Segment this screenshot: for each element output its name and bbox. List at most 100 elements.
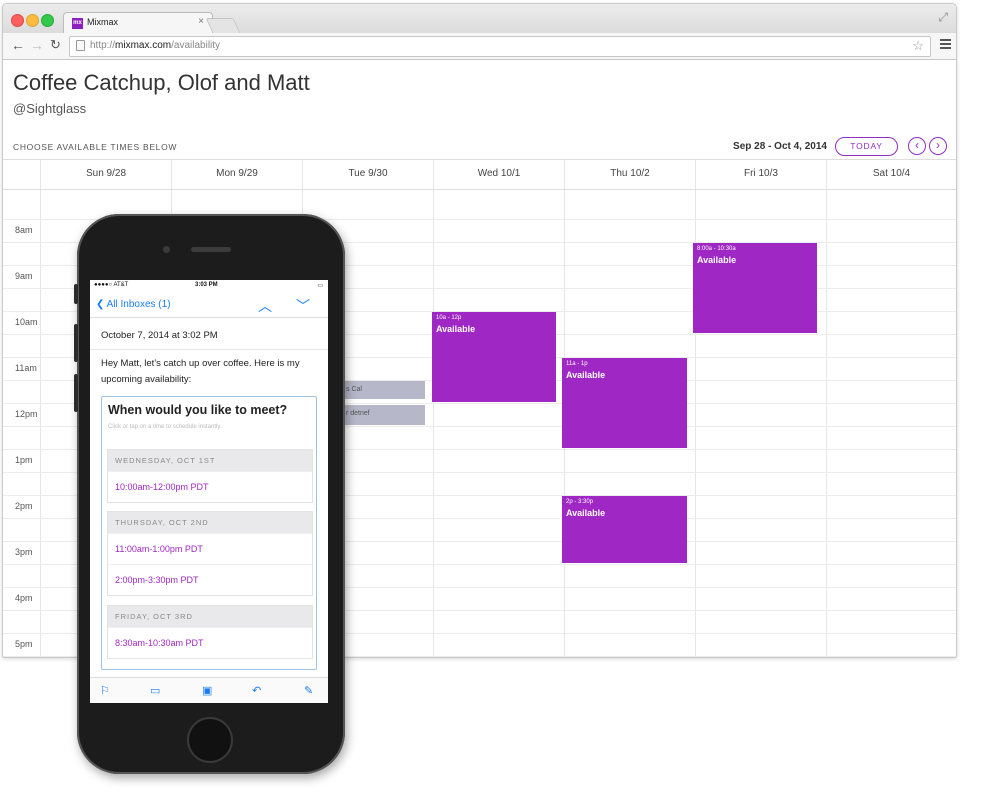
bookmark-star-icon[interactable]: ☆	[912, 38, 924, 54]
time-slot-link[interactable]: 11:00am-1:00pm PDT	[108, 533, 312, 564]
day-card-wednesday: WEDNESDAY, OCT 1ST 10:00am-12:00pm PDT	[107, 449, 313, 503]
previous-week-icon[interactable]: ‹	[908, 137, 926, 155]
folder-icon[interactable]: ▭	[150, 684, 160, 697]
address-bar[interactable]: http://mixmax.com/availability ☆	[69, 36, 931, 57]
day-header-mon: Mon 9/29	[171, 159, 302, 189]
day-header-tue: Tue 9/30	[302, 159, 433, 189]
time-label: 11am	[15, 363, 37, 373]
compose-icon[interactable]: ✎	[304, 684, 313, 697]
tab-title: Mixmax	[87, 17, 118, 27]
event-label: Available	[697, 255, 737, 265]
front-camera	[163, 246, 170, 253]
availability-widget: When would you like to meet? Click or ta…	[101, 396, 317, 670]
event-label: Available	[566, 370, 606, 380]
mail-toolbar: ⚐ ▭ ▣ ↶ ✎	[90, 677, 328, 703]
grid-line	[826, 159, 827, 657]
time-label: 2pm	[15, 501, 33, 511]
time-slot-link[interactable]: 10:00am-12:00pm PDT	[108, 471, 312, 502]
mail-body-text: Hey Matt, let's catch up over coffee. He…	[101, 358, 300, 385]
browser-titlebar: mx Mixmax × ⤢	[3, 4, 956, 34]
event-time: 10a - 12p	[436, 315, 462, 321]
time-label: 4pm	[15, 593, 33, 603]
event-label: Available	[436, 324, 476, 334]
next-week-icon[interactable]: ›	[929, 137, 947, 155]
available-slot-wed[interactable]: 10a - 12p Available	[432, 312, 556, 402]
zoom-window-button[interactable]	[41, 14, 54, 27]
grid-line	[3, 189, 956, 190]
grid-line	[433, 159, 434, 657]
volume-up-button	[74, 324, 78, 362]
day-header-sat: Sat 10/4	[826, 159, 956, 189]
grid-line	[3, 159, 956, 160]
grid-line	[40, 159, 41, 657]
iphone: ●●●●○ AT&T 3:03 PM ▭ ❮ All Inboxes (1) ︿…	[74, 214, 345, 774]
reload-icon[interactable]: ↻	[50, 38, 61, 52]
browser-toolbar: ← → ↻ http://mixmax.com/availability ☆	[3, 33, 956, 60]
available-slot-thu-am[interactable]: 11a - 1p Available	[562, 358, 687, 448]
time-slot-link[interactable]: 2:00pm-3:30pm PDT	[108, 564, 312, 595]
time-label: 10am	[15, 317, 38, 327]
back-arrow-icon[interactable]: ←	[11, 38, 25, 52]
page-title: Coffee Catchup, Olof and Matt	[13, 70, 310, 95]
mute-switch	[74, 284, 78, 304]
event-time: 8:00a - 10:30a	[697, 246, 736, 252]
reply-icon[interactable]: ↶	[252, 684, 261, 697]
day-card-friday: FRIDAY, OCT 3RD 8:30am-10:30am PDT	[107, 605, 313, 659]
message-nav-arrows-icon[interactable]: ︿ ﹀	[258, 296, 320, 316]
status-clock: 3:03 PM	[195, 282, 218, 288]
url-prefix: http://	[90, 40, 116, 51]
event-label: Available	[566, 508, 606, 518]
day-card-header: FRIDAY, OCT 3RD	[108, 606, 312, 627]
home-button[interactable]	[187, 717, 233, 763]
widget-title: When would you like to meet?	[108, 403, 288, 417]
day-card-thursday: THURSDAY, OCT 2ND 11:00am-1:00pm PDT 2:0…	[107, 511, 313, 596]
available-slot-fri[interactable]: 8:00a - 10:30a Available	[693, 243, 817, 333]
phone-screen: ●●●●○ AT&T 3:03 PM ▭ ❮ All Inboxes (1) ︿…	[90, 280, 328, 703]
carrier-signal: ●●●●○ AT&T	[94, 282, 129, 288]
event-time: 2p - 3:30p	[566, 499, 594, 505]
divider	[90, 349, 328, 350]
today-button[interactable]: TODAY	[835, 137, 898, 156]
flag-icon[interactable]: ⚐	[100, 684, 110, 697]
fullscreen-icon[interactable]: ⤢	[938, 10, 948, 25]
battery-icon: ▭	[317, 283, 323, 289]
all-inboxes-back-link[interactable]: ❮ All Inboxes (1)	[96, 299, 171, 310]
new-tab-button[interactable]	[205, 18, 241, 33]
url-domain: mixmax.com	[115, 40, 172, 51]
busy-event: r detnef	[343, 405, 425, 425]
browser-tab[interactable]: mx Mixmax ×	[63, 12, 213, 34]
forward-arrow-icon[interactable]: →	[30, 38, 44, 52]
time-label: 12pm	[15, 409, 38, 419]
day-card-header: THURSDAY, OCT 2ND	[108, 512, 312, 533]
day-header-sun: Sun 9/28	[40, 159, 171, 189]
status-bar: ●●●●○ AT&T 3:03 PM ▭	[90, 280, 328, 291]
earpiece-speaker	[191, 247, 231, 252]
minimize-window-button[interactable]	[26, 14, 39, 27]
instruction-text: CHOOSE AVAILABLE TIMES BELOW	[13, 142, 178, 152]
busy-event: s Cal	[343, 381, 425, 399]
day-header-thu: Thu 10/2	[564, 159, 695, 189]
grid-line	[695, 159, 696, 657]
url-path: /availability	[171, 40, 221, 51]
time-label: 8am	[15, 225, 33, 235]
widget-hint: Click or tap on a time to schedule insta…	[108, 424, 222, 430]
volume-down-button	[74, 374, 78, 412]
available-slot-thu-pm[interactable]: 2p - 3:30p Available	[562, 496, 687, 563]
archive-icon[interactable]: ▣	[202, 684, 212, 697]
url-text: http://mixmax.com/availability	[90, 40, 220, 51]
event-time: 11a - 1p	[566, 361, 588, 367]
time-label: 3pm	[15, 547, 33, 557]
mail-navbar: ❮ All Inboxes (1) ︿ ﹀	[90, 293, 328, 318]
menu-icon[interactable]	[940, 39, 951, 51]
date-range: Sep 28 - Oct 4, 2014	[733, 141, 827, 152]
close-tab-icon[interactable]: ×	[198, 16, 204, 27]
close-window-button[interactable]	[11, 14, 24, 27]
time-slot-link[interactable]: 8:30am-10:30am PDT	[108, 627, 312, 658]
mixmax-favicon-icon: mx	[72, 18, 83, 29]
page-icon	[76, 40, 85, 51]
day-card-header: WEDNESDAY, OCT 1ST	[108, 450, 312, 471]
event-location: @Sightglass	[13, 101, 87, 116]
day-header-wed: Wed 10/1	[433, 159, 564, 189]
time-label: 5pm	[15, 639, 33, 649]
day-header-fri: Fri 10/3	[695, 159, 826, 189]
